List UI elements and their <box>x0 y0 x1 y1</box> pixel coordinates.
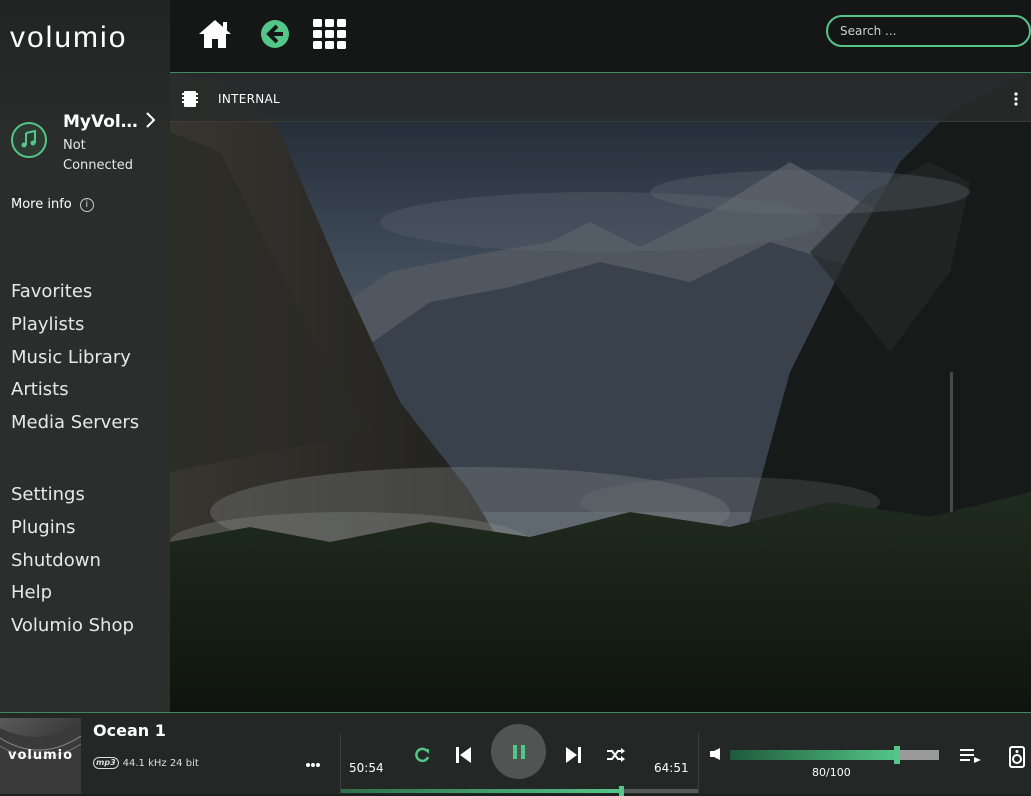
more-info-label: More info <box>11 197 72 212</box>
track-format: mp3 44.1 kHz 24 bit <box>93 757 199 769</box>
home-icon[interactable] <box>197 16 233 52</box>
info-icon: i <box>79 197 94 212</box>
nav-item-settings[interactable]: Settings <box>11 479 134 512</box>
volume-slider[interactable] <box>730 746 939 764</box>
track-title: Ocean 1 <box>93 721 166 740</box>
divider <box>698 733 699 793</box>
volume-fill <box>730 750 898 760</box>
album-cover[interactable]: volumio <box>0 718 81 794</box>
volume-handle[interactable] <box>894 746 901 764</box>
grid-icon[interactable] <box>312 16 348 52</box>
format-badge: mp3 <box>93 757 119 769</box>
breadcrumb-bar: INTERNAL <box>170 73 1031 122</box>
logo-text: volumio <box>10 22 127 52</box>
back-arrow-icon[interactable] <box>257 16 293 52</box>
seek-fill <box>341 789 622 793</box>
volume-label: 80/100 <box>812 766 851 779</box>
nav-item-plugins[interactable]: Plugins <box>11 512 134 545</box>
divider <box>340 733 341 793</box>
format-label: 44.1 kHz 24 bit <box>122 757 199 769</box>
device-name: MyVolumio <box>63 112 143 132</box>
nav-item-favorites[interactable]: Favorites <box>11 276 139 309</box>
top-bar <box>170 0 1031 73</box>
shuffle-icon[interactable] <box>606 745 626 765</box>
seek-handle[interactable] <box>619 786 625 796</box>
player-bar: volumio Ocean 1 mp3 44.1 kHz 24 bit 50:5… <box>0 712 1031 796</box>
previous-icon[interactable] <box>455 745 473 765</box>
more-horizontal-icon[interactable] <box>305 753 321 767</box>
speaker-icon[interactable] <box>1006 745 1028 769</box>
elapsed-time: 50:54 <box>349 761 384 775</box>
pause-icon <box>512 744 525 759</box>
next-icon[interactable] <box>564 745 582 765</box>
breadcrumb-label[interactable]: INTERNAL <box>218 92 280 106</box>
nav-item-shutdown[interactable]: Shutdown <box>11 545 134 578</box>
seek-bar[interactable] <box>341 786 698 796</box>
sd-card-icon <box>182 90 198 108</box>
chevron-right-icon[interactable] <box>145 110 157 135</box>
nav-item-playlists[interactable]: Playlists <box>11 309 139 342</box>
background-image <box>170 72 1031 712</box>
device-status: Not Connected <box>63 138 134 173</box>
duration-time: 64:51 <box>654 761 689 775</box>
nav-item-help[interactable]: Help <box>11 577 134 610</box>
repeat-icon[interactable] <box>412 745 432 765</box>
queue-icon[interactable] <box>960 747 982 765</box>
kebab-menu-icon[interactable] <box>1013 91 1019 106</box>
nav-item-media-servers[interactable]: Media Servers <box>11 407 139 440</box>
cover-logo-text: volumio <box>7 748 74 763</box>
volume-icon[interactable] <box>708 745 724 763</box>
nav-item-volumio-shop[interactable]: Volumio Shop <box>11 610 134 643</box>
nav-primary: Favorites Playlists Music Library Artist… <box>11 276 139 440</box>
background-overlay <box>170 72 1031 712</box>
pause-button[interactable] <box>491 724 546 779</box>
more-info-link[interactable]: More info i <box>11 197 94 212</box>
nav-secondary: Settings Plugins Shutdown Help Volumio S… <box>11 479 134 643</box>
search-input[interactable] <box>826 15 1031 47</box>
volumio-logo[interactable]: volumio <box>10 21 166 54</box>
nav-item-artists[interactable]: Artists <box>11 374 139 407</box>
device-selector[interactable]: MyVolumio Not Connected <box>11 110 166 180</box>
nav-item-music-library[interactable]: Music Library <box>11 342 139 375</box>
music-note-icon <box>11 122 47 158</box>
sidebar: volumio MyVolumio Not Connected More inf… <box>0 0 170 712</box>
